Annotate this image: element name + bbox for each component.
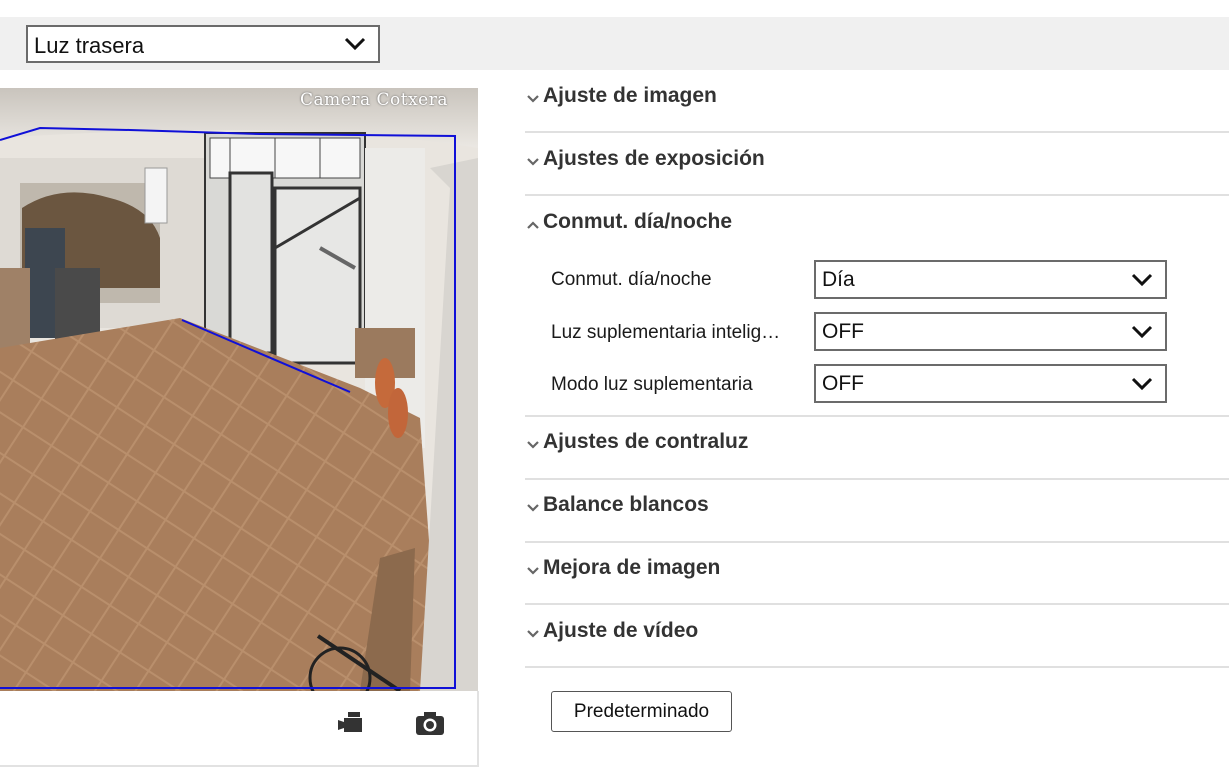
chevron-down-icon bbox=[527, 441, 539, 449]
section-title: Ajustes de contraluz bbox=[543, 430, 749, 453]
supplement-light-mode-label: Modo luz suplementaria bbox=[551, 374, 753, 395]
chevron-down-icon bbox=[1131, 377, 1153, 390]
section-header-video-adjust[interactable]: Ajuste de vídeo bbox=[525, 605, 1229, 668]
smart-supplement-light-value: OFF bbox=[822, 320, 864, 343]
day-night-select-value: Día bbox=[822, 268, 855, 291]
section-title: Ajuste de vídeo bbox=[543, 619, 699, 642]
chevron-down-icon bbox=[527, 567, 539, 575]
chevron-down-icon bbox=[1131, 325, 1153, 338]
video-toolbar bbox=[0, 691, 479, 767]
divider bbox=[525, 666, 1229, 668]
channel-select-value: Luz trasera bbox=[34, 33, 145, 58]
chevron-down-icon bbox=[1131, 273, 1153, 286]
day-night-label: Conmut. día/noche bbox=[551, 269, 712, 290]
default-button[interactable]: Predeterminado bbox=[551, 691, 732, 732]
section-header-image-adjust[interactable]: Ajuste de imagen bbox=[525, 70, 1229, 133]
section-title: Conmut. día/noche bbox=[543, 210, 732, 233]
section-header-day-night[interactable]: Conmut. día/noche bbox=[525, 196, 1229, 259]
live-video-view[interactable]: Camera Cotxera bbox=[0, 88, 478, 691]
channel-select[interactable]: Luz trasera bbox=[26, 25, 380, 63]
camera-frame-image bbox=[0, 88, 478, 691]
chevron-down-icon bbox=[527, 504, 539, 512]
section-title: Ajuste de imagen bbox=[543, 84, 717, 107]
section-title: Mejora de imagen bbox=[543, 556, 721, 579]
chevron-down-icon bbox=[527, 630, 539, 638]
smart-supplement-light-label: Luz suplementaria intelig… bbox=[551, 322, 781, 343]
chevron-down-icon bbox=[527, 158, 539, 166]
supplement-light-mode-value: OFF bbox=[822, 372, 864, 395]
day-night-select[interactable]: Día bbox=[814, 260, 1167, 299]
chevron-down-icon bbox=[344, 37, 366, 51]
video-osd-label: Camera Cotxera bbox=[300, 90, 448, 110]
camera-snapshot-icon[interactable] bbox=[414, 709, 446, 737]
video-record-icon[interactable] bbox=[336, 709, 368, 737]
chevron-down-icon bbox=[527, 95, 539, 103]
section-header-backlight[interactable]: Ajustes de contraluz bbox=[525, 416, 1229, 479]
section-header-exposure[interactable]: Ajustes de exposición bbox=[525, 133, 1229, 196]
chevron-up-icon bbox=[527, 221, 539, 229]
section-header-white-balance[interactable]: Balance blancos bbox=[525, 479, 1229, 542]
section-title: Ajustes de exposición bbox=[543, 147, 765, 170]
smart-supplement-light-select[interactable]: OFF bbox=[814, 312, 1167, 351]
supplement-light-mode-select[interactable]: OFF bbox=[814, 364, 1167, 403]
section-title: Balance blancos bbox=[543, 493, 709, 516]
section-header-image-enhancement[interactable]: Mejora de imagen bbox=[525, 542, 1229, 605]
